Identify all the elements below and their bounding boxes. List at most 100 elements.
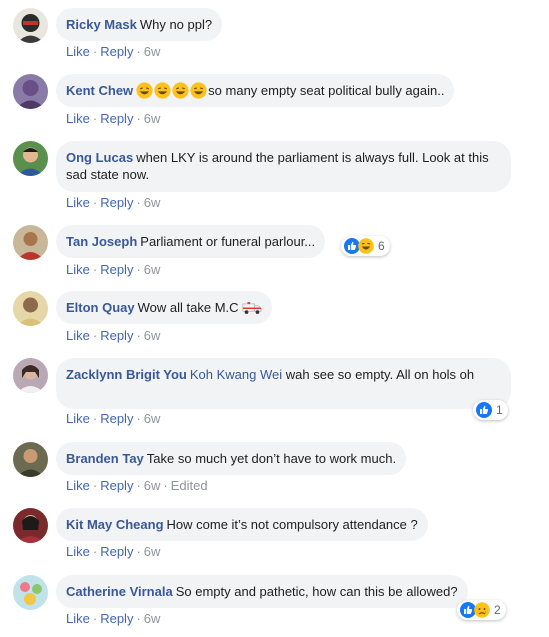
comment-bubble: Elton Quay Wow all take M.C — [56, 291, 272, 324]
comment-author[interactable]: Ong Lucas — [66, 150, 133, 165]
like-button[interactable]: Like — [66, 328, 90, 343]
reply-button[interactable]: Reply — [100, 411, 133, 426]
separator-dot: · — [92, 478, 98, 493]
reply-button[interactable]: Reply — [100, 611, 133, 626]
reply-button[interactable]: Reply — [100, 195, 133, 210]
comment-actions: Like · Reply · 6w — [66, 262, 160, 278]
comment-text: Why no ppl? — [139, 17, 213, 32]
reaction-count: 2 — [494, 603, 501, 617]
comment-author[interactable]: Elton Quay — [66, 300, 135, 315]
separator-dot: · — [136, 411, 141, 426]
comment-timestamp[interactable]: 6w — [144, 611, 161, 626]
reaction-count: 1 — [496, 403, 503, 417]
comment-actions: Like · Reply · 6w — [66, 111, 160, 127]
comment-text: So empty and pathetic, how can this be a… — [175, 584, 458, 599]
comment-text: Parliament or funeral parlour... — [140, 234, 316, 249]
separator-dot: · — [92, 544, 98, 559]
separator-dot: · — [136, 262, 141, 277]
comment-author[interactable]: Catherine Virnala — [66, 584, 173, 599]
separator-dot: · — [136, 611, 141, 626]
comment-text: wah see so empty. All on hols oh — [285, 367, 475, 382]
comment-author[interactable]: Kent Chew — [66, 83, 133, 98]
comment-author[interactable]: Kit May Cheang — [66, 517, 164, 532]
reply-button[interactable]: Reply — [100, 262, 133, 277]
separator-dot: · — [92, 111, 98, 126]
reply-button[interactable]: Reply — [100, 328, 133, 343]
comment-text: Take so much yet don’t have to work much… — [146, 451, 397, 466]
separator-dot: · — [163, 478, 168, 493]
avatar[interactable] — [13, 442, 48, 477]
separator-dot: · — [92, 262, 98, 277]
comment-timestamp[interactable]: 6w — [144, 411, 161, 426]
like-button[interactable]: Like — [66, 44, 90, 59]
comment-bubble: Ricky Mask Why no ppl? — [56, 8, 223, 41]
avatar[interactable] — [13, 291, 48, 326]
comment-text: How come it’s not compulsory attendance … — [166, 517, 418, 532]
avatar[interactable] — [13, 141, 48, 176]
reaction-summary[interactable]: 6 — [341, 236, 390, 256]
like-button[interactable]: Like — [66, 195, 90, 210]
reply-button[interactable]: Reply — [100, 44, 133, 59]
haha-reaction-icon — [358, 238, 374, 254]
comment-bubble: Tan Joseph Parliament or funeral parlour.… — [56, 225, 326, 258]
comment-bubble: Branden Tay Take so much yet don’t have t… — [56, 442, 407, 475]
comment-actions: Like · Reply · 6w — [66, 195, 160, 211]
comment-bubble: Ong Lucas when LKY is around the parliame… — [56, 141, 511, 192]
reply-button[interactable]: Reply — [100, 111, 133, 126]
separator-dot: · — [92, 195, 98, 210]
avatar[interactable] — [13, 508, 48, 543]
comment-timestamp[interactable]: 6w — [144, 328, 161, 343]
separator-dot: · — [136, 44, 141, 59]
like-button[interactable]: Like — [66, 478, 90, 493]
comment-text: so many empty seat political bully again… — [208, 83, 445, 98]
comment-author[interactable]: Zacklynn Brigit You — [66, 367, 187, 382]
comment-actions: Like · Reply · 6w — [66, 611, 160, 627]
comment-actions: Like · Reply · 6w — [66, 328, 160, 344]
comment-timestamp[interactable]: 6w — [144, 111, 161, 126]
comment-actions: Like · Reply · 6w — [66, 44, 160, 60]
reaction-summary[interactable]: 2 — [457, 600, 506, 620]
comment-bubble: Kent Chew so many empty seat political bu… — [56, 74, 455, 107]
tagged-user[interactable]: Koh Kwang Wei — [190, 367, 282, 382]
avatar[interactable] — [13, 8, 48, 43]
comment-bubble: Kit May Cheang How come it’s not compulso… — [56, 508, 428, 541]
reply-button[interactable]: Reply — [100, 478, 133, 493]
comment-author[interactable]: Branden Tay — [66, 451, 144, 466]
avatar[interactable] — [13, 575, 48, 610]
like-button[interactable]: Like — [66, 411, 90, 426]
reply-button[interactable]: Reply — [100, 544, 133, 559]
comment-author[interactable]: Ricky Mask — [66, 17, 137, 32]
laughing-emoji-icon — [154, 82, 171, 99]
like-button[interactable]: Like — [66, 611, 90, 626]
reaction-summary[interactable]: 1 — [473, 400, 508, 420]
comment-actions: Like · Reply · 6w — [66, 411, 160, 427]
laughing-emoji-icon — [136, 82, 153, 99]
like-button[interactable]: Like — [66, 544, 90, 559]
comment-actions: Like · Reply · 6w · Edited — [66, 478, 208, 494]
laughing-emoji-icon — [172, 82, 189, 99]
edited-label[interactable]: Edited — [171, 478, 208, 493]
comment-bubble: Zacklynn Brigit You Koh Kwang Wei wah see… — [56, 358, 511, 409]
separator-dot: · — [92, 328, 98, 343]
avatar[interactable] — [13, 225, 48, 260]
like-button[interactable]: Like — [66, 111, 90, 126]
separator-dot: · — [92, 611, 98, 626]
comment-actions: Like · Reply · 6w — [66, 544, 160, 560]
avatar[interactable] — [13, 358, 48, 393]
comment-thread: Ricky Mask Why no ppl? Like · Reply · 6w Kent… — [0, 0, 549, 637]
comment-timestamp[interactable]: 6w — [144, 195, 161, 210]
comment-timestamp[interactable]: 6w — [144, 262, 161, 277]
reaction-count: 6 — [378, 239, 385, 253]
separator-dot: · — [136, 544, 141, 559]
avatar[interactable] — [13, 74, 48, 109]
comment-timestamp[interactable]: 6w — [144, 44, 161, 59]
comment-bubble: Catherine Virnala So empty and pathetic, … — [56, 575, 468, 608]
comment-timestamp[interactable]: 6w — [144, 478, 161, 493]
separator-dot: · — [136, 195, 141, 210]
like-button[interactable]: Like — [66, 262, 90, 277]
comment-author[interactable]: Tan Joseph — [66, 234, 137, 249]
comment-timestamp[interactable]: 6w — [144, 544, 161, 559]
like-reaction-icon — [476, 402, 492, 418]
separator-dot: · — [136, 111, 141, 126]
comment-text: Wow all take M.C — [137, 300, 239, 315]
